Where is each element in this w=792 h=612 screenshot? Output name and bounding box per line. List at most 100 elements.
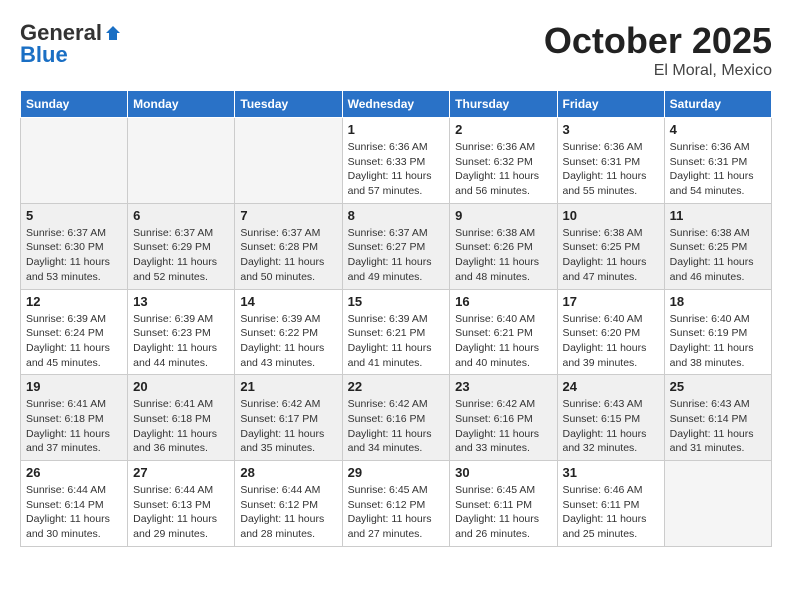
day-info: Sunrise: 6:39 AMSunset: 6:22 PMDaylight:… [240,312,336,371]
day-info: Sunrise: 6:38 AMSunset: 6:25 PMDaylight:… [670,226,766,285]
day-info: Sunrise: 6:40 AMSunset: 6:20 PMDaylight:… [563,312,659,371]
day-number: 19 [26,379,122,394]
calendar-week-row: 5 Sunrise: 6:37 AMSunset: 6:30 PMDaylight… [21,203,772,289]
day-info: Sunrise: 6:39 AMSunset: 6:23 PMDaylight:… [133,312,229,371]
calendar-day-cell: 17 Sunrise: 6:40 AMSunset: 6:20 PMDayligh… [557,289,664,375]
day-info: Sunrise: 6:37 AMSunset: 6:27 PMDaylight:… [348,226,445,285]
day-info: Sunrise: 6:37 AMSunset: 6:29 PMDaylight:… [133,226,229,285]
day-number: 17 [563,294,659,309]
day-info: Sunrise: 6:39 AMSunset: 6:21 PMDaylight:… [348,312,445,371]
calendar-day-cell: 29Sunrise: 6:45 AMSunset: 6:12 PMDayligh… [342,461,450,547]
calendar-day-cell: 2 Sunrise: 6:36 AMSunset: 6:32 PMDaylight… [450,118,557,204]
calendar-day-cell [235,118,342,204]
calendar-day-cell: 7 Sunrise: 6:37 AMSunset: 6:28 PMDaylight… [235,203,342,289]
day-number: 9 [455,208,551,223]
day-number: 3 [563,122,659,137]
day-info: Sunrise: 6:36 AMSunset: 6:31 PMDaylight:… [670,140,766,199]
day-number: 22 [348,379,445,394]
calendar-week-row: 19 Sunrise: 6:41 AMSunset: 6:18 PMDayligh… [21,375,772,461]
day-info: Sunrise: 6:45 AMSunset: 6:11 PMDaylight:… [455,483,551,542]
day-info: Sunrise: 6:43 AMSunset: 6:14 PMDaylight:… [670,397,766,456]
day-info: Sunrise: 6:44 AMSunset: 6:14 PMDaylight:… [26,483,122,542]
day-number: 25 [670,379,766,394]
day-number: 10 [563,208,659,223]
day-number: 24 [563,379,659,394]
calendar-day-cell: 12Sunrise: 6:39 AMSunset: 6:24 PMDayligh… [21,289,128,375]
day-number: 26 [26,465,122,480]
day-info: Sunrise: 6:42 AMSunset: 6:17 PMDaylight:… [240,397,336,456]
day-number: 29 [348,465,445,480]
month-title: October 2025 [544,20,772,62]
day-info: Sunrise: 6:46 AMSunset: 6:11 PMDaylight:… [563,483,659,542]
calendar-day-cell: 18 Sunrise: 6:40 AMSunset: 6:19 PMDayligh… [664,289,771,375]
calendar-day-cell: 9Sunrise: 6:38 AMSunset: 6:26 PMDaylight… [450,203,557,289]
weekday-header: Tuesday [235,91,342,118]
calendar-day-cell: 27Sunrise: 6:44 AMSunset: 6:13 PMDayligh… [128,461,235,547]
calendar-day-cell: 24 Sunrise: 6:43 AMSunset: 6:15 PMDayligh… [557,375,664,461]
calendar-table: SundayMondayTuesdayWednesdayThursdayFrid… [20,90,772,547]
day-number: 11 [670,208,766,223]
day-info: Sunrise: 6:41 AMSunset: 6:18 PMDaylight:… [133,397,229,456]
calendar-day-cell: 13Sunrise: 6:39 AMSunset: 6:23 PMDayligh… [128,289,235,375]
calendar-day-cell: 6 Sunrise: 6:37 AMSunset: 6:29 PMDaylight… [128,203,235,289]
calendar-week-row: 12Sunrise: 6:39 AMSunset: 6:24 PMDayligh… [21,289,772,375]
calendar-day-cell [664,461,771,547]
calendar-day-cell: 8 Sunrise: 6:37 AMSunset: 6:27 PMDaylight… [342,203,450,289]
location-text: El Moral, Mexico [544,62,772,80]
day-info: Sunrise: 6:42 AMSunset: 6:16 PMDaylight:… [348,397,445,456]
calendar-day-cell: 31Sunrise: 6:46 AMSunset: 6:11 PMDayligh… [557,461,664,547]
day-info: Sunrise: 6:40 AMSunset: 6:19 PMDaylight:… [670,312,766,371]
day-number: 6 [133,208,229,223]
day-number: 18 [670,294,766,309]
calendar-day-cell: 5 Sunrise: 6:37 AMSunset: 6:30 PMDaylight… [21,203,128,289]
day-number: 15 [348,294,445,309]
day-number: 4 [670,122,766,137]
calendar-day-cell: 16 Sunrise: 6:40 AMSunset: 6:21 PMDayligh… [450,289,557,375]
day-number: 28 [240,465,336,480]
day-number: 16 [455,294,551,309]
calendar-day-cell: 19 Sunrise: 6:41 AMSunset: 6:18 PMDayligh… [21,375,128,461]
calendar-day-cell: 25 Sunrise: 6:43 AMSunset: 6:14 PMDayligh… [664,375,771,461]
day-info: Sunrise: 6:44 AMSunset: 6:12 PMDaylight:… [240,483,336,542]
day-info: Sunrise: 6:38 AMSunset: 6:25 PMDaylight:… [563,226,659,285]
day-info: Sunrise: 6:40 AMSunset: 6:21 PMDaylight:… [455,312,551,371]
calendar-day-cell: 11 Sunrise: 6:38 AMSunset: 6:25 PMDayligh… [664,203,771,289]
day-number: 2 [455,122,551,137]
day-info: Sunrise: 6:37 AMSunset: 6:28 PMDaylight:… [240,226,336,285]
calendar-day-cell: 10 Sunrise: 6:38 AMSunset: 6:25 PMDayligh… [557,203,664,289]
weekday-header: Monday [128,91,235,118]
calendar-day-cell [21,118,128,204]
calendar-day-cell: 23Sunrise: 6:42 AMSunset: 6:16 PMDayligh… [450,375,557,461]
calendar-day-cell: 15 Sunrise: 6:39 AMSunset: 6:21 PMDayligh… [342,289,450,375]
day-info: Sunrise: 6:41 AMSunset: 6:18 PMDaylight:… [26,397,122,456]
weekday-header: Saturday [664,91,771,118]
title-block: October 2025 El Moral, Mexico [544,20,772,80]
calendar-day-cell [128,118,235,204]
calendar-day-cell: 22 Sunrise: 6:42 AMSunset: 6:16 PMDayligh… [342,375,450,461]
calendar-day-cell: 4 Sunrise: 6:36 AMSunset: 6:31 PMDaylight… [664,118,771,204]
weekday-header: Thursday [450,91,557,118]
day-info: Sunrise: 6:36 AMSunset: 6:33 PMDaylight:… [348,140,445,199]
calendar-day-cell: 28 Sunrise: 6:44 AMSunset: 6:12 PMDayligh… [235,461,342,547]
calendar-day-cell: 1Sunrise: 6:36 AMSunset: 6:33 PMDaylight… [342,118,450,204]
day-info: Sunrise: 6:43 AMSunset: 6:15 PMDaylight:… [563,397,659,456]
day-number: 23 [455,379,551,394]
weekday-header: Friday [557,91,664,118]
day-info: Sunrise: 6:37 AMSunset: 6:30 PMDaylight:… [26,226,122,285]
day-number: 30 [455,465,551,480]
calendar-week-row: 26 Sunrise: 6:44 AMSunset: 6:14 PMDayligh… [21,461,772,547]
day-number: 7 [240,208,336,223]
day-number: 8 [348,208,445,223]
day-number: 5 [26,208,122,223]
calendar-week-row: 1Sunrise: 6:36 AMSunset: 6:33 PMDaylight… [21,118,772,204]
calendar-day-cell: 30 Sunrise: 6:45 AMSunset: 6:11 PMDayligh… [450,461,557,547]
weekday-header: Wednesday [342,91,450,118]
day-info: Sunrise: 6:36 AMSunset: 6:32 PMDaylight:… [455,140,551,199]
day-number: 14 [240,294,336,309]
calendar-header-row: SundayMondayTuesdayWednesdayThursdayFrid… [21,91,772,118]
calendar-day-cell: 3Sunrise: 6:36 AMSunset: 6:31 PMDaylight… [557,118,664,204]
calendar-day-cell: 20Sunrise: 6:41 AMSunset: 6:18 PMDayligh… [128,375,235,461]
day-info: Sunrise: 6:44 AMSunset: 6:13 PMDaylight:… [133,483,229,542]
day-number: 12 [26,294,122,309]
day-number: 21 [240,379,336,394]
